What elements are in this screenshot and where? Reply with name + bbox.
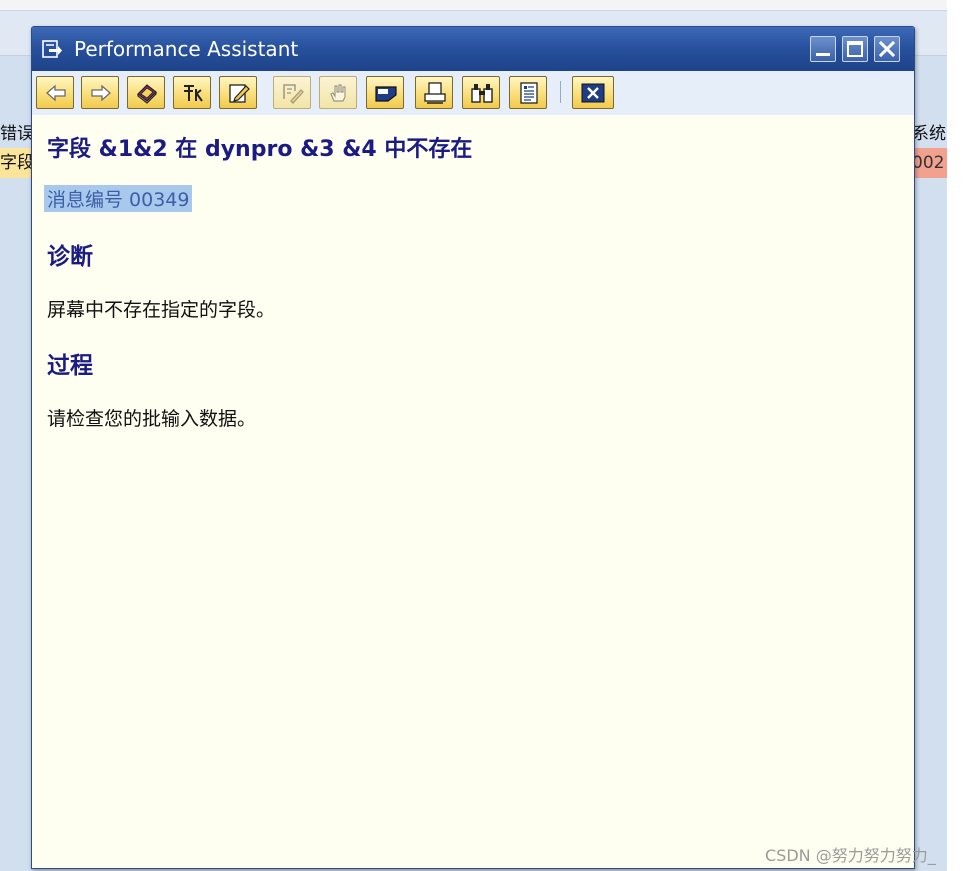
document-icon	[520, 82, 538, 104]
book-icon	[137, 84, 157, 104]
back-button[interactable]	[36, 76, 74, 109]
print-icon	[424, 82, 446, 104]
section-text-procedure: 请检查您的批输入数据。	[47, 408, 257, 430]
message-number: 消息编号 00349	[44, 185, 193, 212]
background-column-header-right: 系统	[912, 124, 946, 144]
documentation-button[interactable]	[127, 76, 165, 109]
background-cell-right[interactable]: 002	[912, 148, 947, 178]
glossary-button[interactable]	[273, 76, 311, 109]
hand-button[interactable]	[319, 76, 357, 109]
maximize-button[interactable]	[842, 36, 868, 62]
find-button[interactable]	[462, 76, 500, 109]
background-column-header-left: 错误	[0, 124, 31, 144]
edit-icon	[229, 84, 250, 103]
maximize-icon	[847, 41, 863, 57]
section-text-diagnosis: 屏幕中不存在指定的字段。	[47, 299, 276, 321]
toolbar-separator	[560, 81, 561, 103]
dialog-toolbar	[32, 71, 914, 116]
back-arrow-icon	[46, 84, 66, 102]
watermark: CSDN @努力努力努力_	[765, 846, 936, 865]
help-content: 字段 &1&2 在 dynpro &3 &4 中不存在 消息编号 00349 诊…	[32, 115, 914, 868]
forward-arrow-icon	[91, 84, 111, 102]
glossary-icon	[283, 84, 304, 104]
exit-button[interactable]	[572, 76, 614, 109]
minimize-button[interactable]	[810, 36, 836, 62]
background-cell-left[interactable]: 字段	[0, 148, 31, 178]
technical-info-icon	[184, 85, 203, 102]
print-button[interactable]	[415, 76, 453, 109]
dialog-titlebar[interactable]: Performance Assistant	[32, 27, 914, 71]
section-heading-diagnosis: 诊断	[47, 244, 93, 270]
technical-info-button[interactable]	[173, 76, 211, 109]
background-menu-bar	[0, 0, 947, 11]
close-button[interactable]	[874, 36, 900, 62]
performance-assistant-dialog: Performance Assistant 字段 &1&2 在 dynpro &…	[31, 26, 915, 869]
find-icon	[471, 84, 493, 103]
edit-button[interactable]	[219, 76, 257, 109]
forward-button[interactable]	[81, 76, 119, 109]
display-button[interactable]	[366, 76, 404, 109]
message-title: 字段 &1&2 在 dynpro &3 &4 中不存在	[47, 137, 473, 162]
window-menu-icon[interactable]	[41, 38, 63, 60]
hand-pointer-icon	[330, 84, 346, 102]
section-heading-procedure: 过程	[47, 353, 93, 379]
exit-icon	[581, 83, 605, 103]
background-right-strip	[947, 0, 963, 871]
close-icon	[878, 40, 896, 58]
document-button[interactable]	[509, 76, 547, 109]
display-icon	[375, 86, 397, 102]
dialog-title: Performance Assistant	[74, 37, 299, 61]
minimize-icon	[816, 53, 830, 56]
